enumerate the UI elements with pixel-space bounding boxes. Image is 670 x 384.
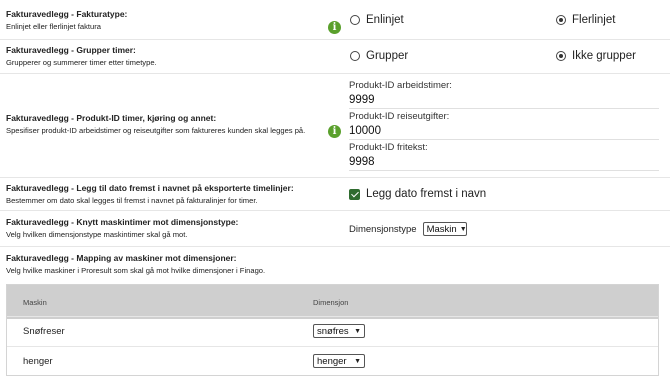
mapping-table: Maskin Dimensjon Snøfreser snøfres ▼ hen… [6, 284, 659, 376]
checkbox-label: Legg dato fremst i navn [366, 188, 487, 200]
radio-enlinjet[interactable]: Enlinjet [350, 14, 404, 26]
machine-name: Snøfreser [23, 326, 65, 337]
setting-description: Enlinjet eller flerlinjet faktura [6, 22, 101, 31]
dimension-select[interactable]: snøfres ▼ [313, 324, 365, 338]
table-row: henger henger ▼ [7, 346, 658, 375]
info-icon[interactable]: i [328, 125, 341, 138]
setting-description: Grupperer og summerer timer etter timety… [6, 58, 157, 67]
setting-description: Bestemmer om dato skal legges til fremst… [6, 196, 258, 205]
setting-title: Fakturavedlegg - Legg til dato fremst i … [6, 183, 294, 193]
radio-circle [350, 15, 360, 25]
setting-fakturatype: Fakturavedlegg - Fakturatype: Enlinjet e… [0, 0, 670, 40]
setting-mapping: Fakturavedlegg - Mapping av maskiner mot… [0, 247, 670, 283]
setting-title: Fakturavedlegg - Produkt-ID timer, kjøri… [6, 113, 217, 123]
radio-grupper[interactable]: Grupper [350, 50, 408, 62]
field-input-reiseutgifter[interactable]: 10000 [349, 123, 659, 140]
field-label-fritekst: Produkt-ID fritekst: [349, 142, 428, 153]
setting-description: Velg hvilken dimensjonstype maskintimer … [6, 230, 188, 239]
select-value: henger [317, 355, 347, 367]
radio-label: Ikke grupper [572, 50, 636, 62]
setting-produkt-id: Fakturavedlegg - Produkt-ID timer, kjøri… [0, 74, 670, 178]
radio-flerlinjet[interactable]: Flerlinjet [556, 14, 615, 26]
setting-legg-til-dato: Fakturavedlegg - Legg til dato fremst i … [0, 178, 670, 211]
column-header-dimensjon: Dimensjon [313, 298, 349, 307]
radio-label: Enlinjet [366, 14, 404, 26]
radio-circle-selected [556, 15, 566, 25]
select-value: Maskin [426, 223, 457, 235]
radio-circle-selected [556, 51, 566, 61]
chevron-down-icon: ▼ [459, 225, 467, 233]
setting-title: Fakturavedlegg - Mapping av maskiner mot… [6, 253, 237, 263]
select-value: snøfres [317, 325, 349, 337]
setting-title: Fakturavedlegg - Knytt maskintimer mot d… [6, 217, 239, 227]
setting-title: Fakturavedlegg - Fakturatype: [6, 9, 128, 19]
field-label-reiseutgifter: Produkt-ID reiseutgifter: [349, 111, 450, 122]
radio-label: Grupper [366, 50, 409, 62]
field-input-arbeidstimer[interactable]: 9999 [349, 92, 659, 109]
dimensjonstype-group: Dimensjonstype Maskin ▼ [349, 222, 467, 236]
radio-ikke-grupper[interactable]: Ikke grupper [556, 50, 636, 62]
setting-description: Spesifiser produkt-ID arbeidstimer og re… [6, 126, 306, 135]
table-header: Maskin Dimensjon [7, 285, 658, 319]
field-input-fritekst[interactable]: 9998 [349, 154, 659, 171]
dimension-select[interactable]: henger ▼ [313, 354, 365, 368]
table-row: Snøfreser snøfres ▼ [7, 316, 658, 345]
chevron-down-icon: ▼ [354, 357, 361, 365]
field-label-arbeidstimer: Produkt-ID arbeidstimer: [349, 80, 452, 91]
dimensjonstype-select[interactable]: Maskin ▼ [422, 222, 467, 236]
setting-description: Velg hvilke maskiner i Proresult som ska… [6, 266, 266, 275]
setting-knytt-maskintimer: Fakturavedlegg - Knytt maskintimer mot d… [0, 211, 670, 247]
info-icon[interactable]: i [328, 21, 341, 34]
chevron-down-icon: ▼ [354, 327, 361, 335]
setting-title: Fakturavedlegg - Grupper timer: [6, 45, 136, 55]
machine-name: henger [23, 356, 53, 367]
select-label: Dimensjonstype [349, 223, 417, 235]
checkbox-legg-dato[interactable]: Legg dato fremst i navn [349, 188, 486, 200]
radio-label: Flerlinjet [572, 14, 616, 26]
checkbox-checked-icon [349, 188, 360, 200]
column-header-maskin: Maskin [23, 298, 47, 307]
radio-circle [350, 51, 360, 61]
setting-grupper-timer: Fakturavedlegg - Grupper timer: Gruppere… [0, 40, 670, 74]
